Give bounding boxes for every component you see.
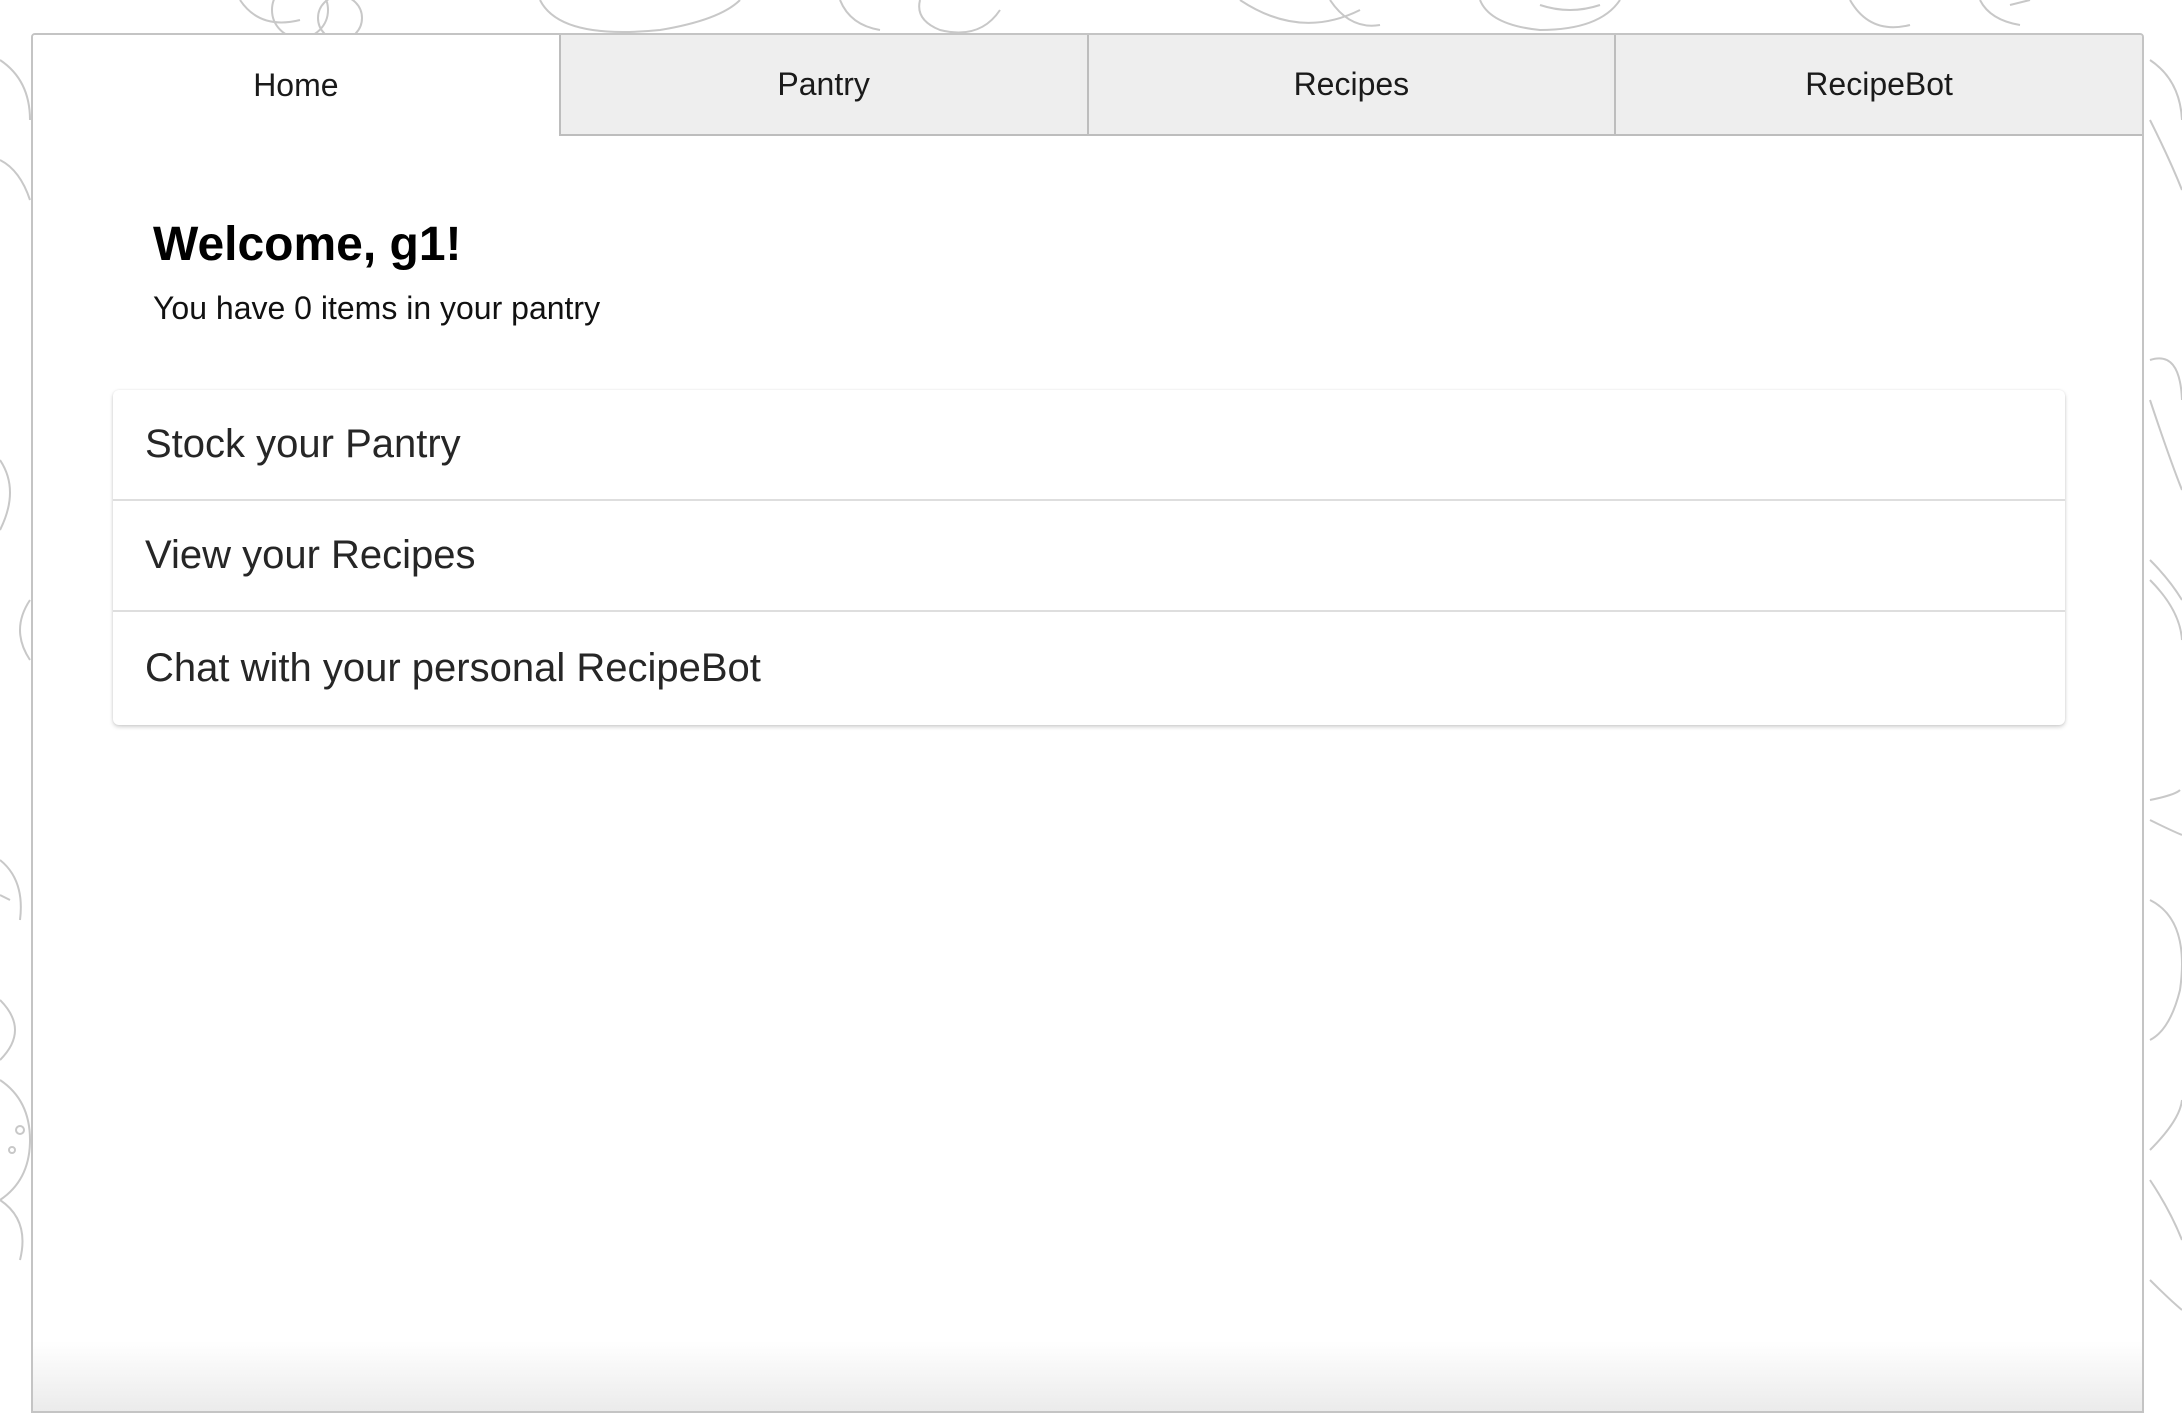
view-recipes-link[interactable]: View your Recipes bbox=[113, 501, 2065, 612]
stock-pantry-link[interactable]: Stock your Pantry bbox=[113, 390, 2065, 501]
tab-bar: Home Pantry Recipes RecipeBot bbox=[33, 35, 2142, 136]
welcome-section: Welcome, g1! You have 0 items in your pa… bbox=[33, 136, 2142, 327]
tab-pantry[interactable]: Pantry bbox=[558, 35, 1087, 136]
tab-recipebot[interactable]: RecipeBot bbox=[1614, 35, 2142, 136]
main-panel: Home Pantry Recipes RecipeBot Welcome, g… bbox=[31, 33, 2144, 1413]
quick-actions-list: Stock your Pantry View your Recipes Chat… bbox=[113, 390, 2065, 725]
tab-home[interactable]: Home bbox=[33, 35, 559, 136]
chat-recipebot-link[interactable]: Chat with your personal RecipeBot bbox=[113, 612, 2065, 725]
bottom-shadow bbox=[33, 1341, 2142, 1411]
welcome-heading: Welcome, g1! bbox=[153, 218, 462, 271]
pantry-summary: You have 0 items in your pantry bbox=[153, 289, 601, 326]
tab-recipes[interactable]: Recipes bbox=[1086, 35, 1615, 136]
